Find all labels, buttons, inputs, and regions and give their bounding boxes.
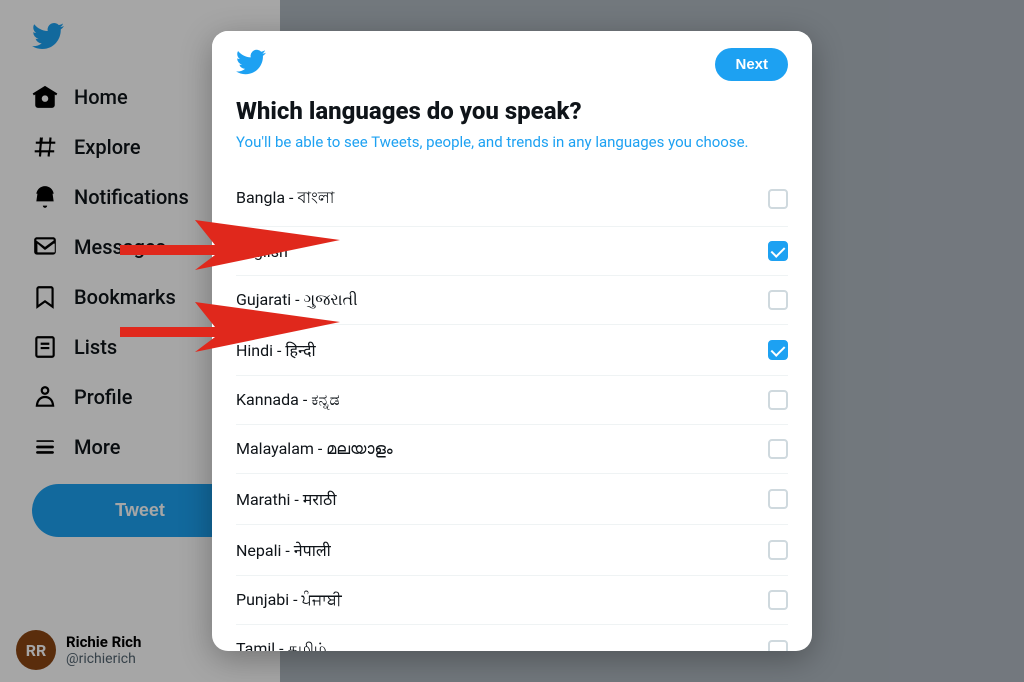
modal-twitter-logo [236, 47, 266, 81]
lang-item-marathi[interactable]: Marathi - मराठी [236, 474, 788, 525]
lang-label: Nepali - नेपाली [236, 539, 331, 561]
lang-item-nepali[interactable]: Nepali - नेपाली [236, 525, 788, 576]
lang-label: Punjabi - ਪੰਜਾਬੀ [236, 590, 342, 610]
lang-item-english[interactable]: English [236, 227, 788, 276]
modal-overlay[interactable]: Next Which languages do you speak? You'l… [0, 0, 1024, 682]
lang-label: Hindi - हिन्दी [236, 339, 316, 361]
lang-checkbox-tamil[interactable] [768, 640, 788, 652]
modal-body: Which languages do you speak? You'll be … [212, 97, 812, 651]
lang-label: Tamil - தமிழ் [236, 639, 327, 651]
languages-list: Bangla - বাংলা English Gujarati - ગુજરાત… [236, 171, 788, 651]
modal-title: Which languages do you speak? [236, 97, 788, 125]
modal-header: Next [212, 31, 812, 97]
lang-label: Malayalam - മലയാളം [236, 439, 393, 459]
lang-label: Kannada - ಕನ್ನಡ [236, 390, 340, 410]
lang-label: English [236, 242, 288, 261]
lang-item-punjabi[interactable]: Punjabi - ਪੰਜਾਬੀ [236, 576, 788, 625]
lang-label: Bangla - বাংলা [236, 185, 334, 212]
lang-checkbox-gujarati[interactable] [768, 290, 788, 310]
lang-checkbox-malayalam[interactable] [768, 439, 788, 459]
lang-checkbox-english[interactable] [768, 241, 788, 261]
lang-item-kannada[interactable]: Kannada - ಕನ್ನಡ [236, 376, 788, 425]
modal-subtitle: You'll be able to see Tweets, people, an… [236, 133, 788, 151]
lang-checkbox-bangla[interactable] [768, 189, 788, 209]
lang-checkbox-hindi[interactable] [768, 340, 788, 360]
lang-item-malayalam[interactable]: Malayalam - മലയാളം [236, 425, 788, 474]
lang-checkbox-kannada[interactable] [768, 390, 788, 410]
lang-checkbox-marathi[interactable] [768, 489, 788, 509]
lang-item-bangla[interactable]: Bangla - বাংলা [236, 171, 788, 227]
modal-twitter-icon [236, 47, 266, 77]
next-button[interactable]: Next [715, 48, 788, 81]
lang-label: Gujarati - ગુજરાતી [236, 290, 358, 310]
lang-item-tamil[interactable]: Tamil - தமிழ் [236, 625, 788, 651]
language-modal: Next Which languages do you speak? You'l… [212, 31, 812, 651]
lang-item-hindi[interactable]: Hindi - हिन्दी [236, 325, 788, 376]
lang-checkbox-punjabi[interactable] [768, 590, 788, 610]
lang-label: Marathi - मराठी [236, 488, 336, 510]
lang-checkbox-nepali[interactable] [768, 540, 788, 560]
lang-item-gujarati[interactable]: Gujarati - ગુજરાતી [236, 276, 788, 325]
